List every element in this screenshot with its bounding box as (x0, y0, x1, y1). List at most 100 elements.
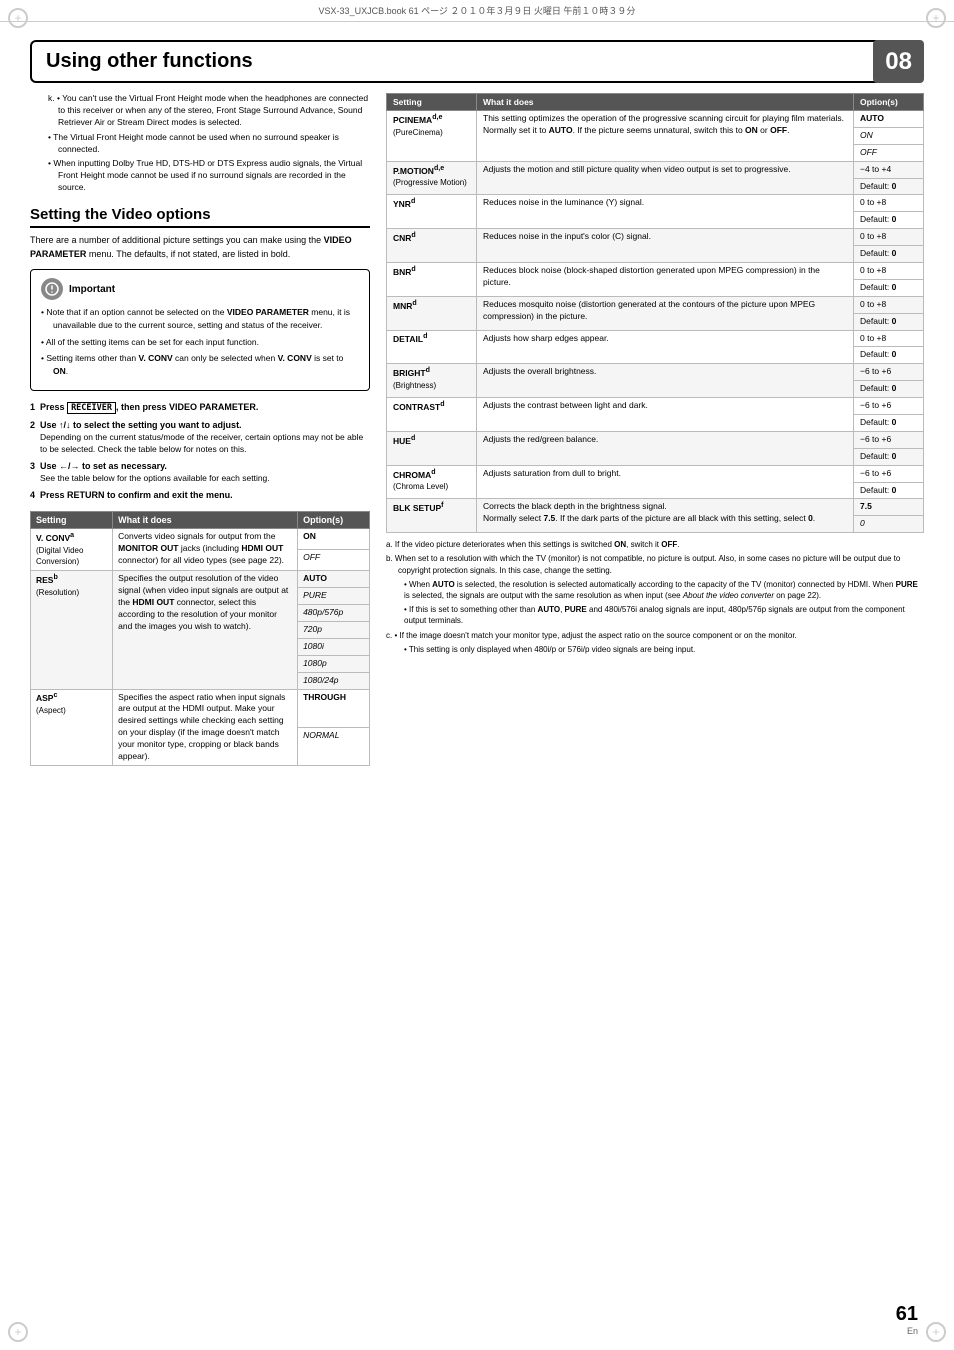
opt-blksetup-2: 0 (854, 516, 924, 533)
corner-decoration-tl (8, 8, 28, 28)
page: VSX-33_UXJCB.book 61 ページ ２０１０年３月９日 火曜日 午… (0, 0, 954, 1350)
opt-pmotion-2: Default: 0 (854, 178, 924, 195)
setting-bright: BRIGHTd (Brightness) (387, 364, 477, 398)
opt-bnr-1: 0 to +8 (854, 263, 924, 280)
opt-mnr-1: 0 to +8 (854, 296, 924, 313)
setting-hue: HUEd (387, 431, 477, 465)
setting-asp: ASPc (Aspect) (31, 689, 113, 765)
header-bar: VSX-33_UXJCB.book 61 ページ ２０１０年３月９日 火曜日 午… (0, 0, 954, 22)
footnote-b: b. When set to a resolution with which t… (386, 553, 924, 575)
desc-mnr: Reduces mosquito noise (distortion gener… (477, 296, 854, 330)
setting-res: RESb (Resolution) (31, 571, 113, 689)
opt-chroma-1: −6 to +6 (854, 465, 924, 482)
opt-ynr-2: Default: 0 (854, 212, 924, 229)
footnote-a: a. If the video picture deteriorates whe… (386, 539, 924, 550)
setting-bnr: BNRd (387, 263, 477, 297)
footnotes: a. If the video picture deteriorates whe… (386, 539, 924, 655)
left-table-header-options: Option(s) (298, 511, 370, 528)
important-bullet-1: Note that if an option cannot be selecte… (41, 306, 359, 332)
corner-decoration-br (926, 1322, 946, 1342)
setting-detail: DETAILd (387, 330, 477, 364)
opt-pcinema-2: ON (854, 127, 924, 144)
desc-contrast: Adjusts the contrast between light and d… (477, 398, 854, 432)
opt-chroma-2: Default: 0 (854, 482, 924, 499)
steps: 1 Press RECEIVER, then press VIDEO PARAM… (30, 401, 370, 503)
important-bullet-2: All of the setting items can be set for … (41, 336, 359, 349)
content-area: k. • You can't use the Virtual Front Hei… (30, 93, 924, 766)
opt-contrast-2: Default: 0 (854, 415, 924, 432)
opt-vconv-2: OFF (298, 550, 370, 571)
opt-cnr-1: 0 to +8 (854, 229, 924, 246)
setting-cnr: CNRd (387, 229, 477, 263)
chapter-header: Using other functions 08 (30, 40, 924, 83)
step-2: 2 Use ↑/↓ to select the setting you want… (30, 419, 370, 456)
step-3-desc: See the table below for the options avai… (30, 473, 370, 485)
page-number: 61 (896, 1303, 918, 1326)
desc-pmotion: Adjusts the motion and still picture qua… (477, 161, 854, 195)
footnote-b2: • When AUTO is selected, the resolution … (386, 579, 924, 601)
left-options-table: Setting What it does Option(s) V. CONVa … (30, 511, 370, 766)
step-1: 1 Press RECEIVER, then press VIDEO PARAM… (30, 401, 370, 415)
table-row: CHROMAd (Chroma Level) Adjusts saturatio… (387, 465, 924, 482)
top-note-line-2: • The Virtual Front Height mode cannot b… (48, 132, 370, 156)
setting-vconv: V. CONVa (Digital Video Conversion) (31, 528, 113, 571)
footnote-c: c. • If the image doesn't match your mon… (386, 630, 924, 641)
desc-detail: Adjusts how sharp edges appear. (477, 330, 854, 364)
top-note-line-1: k. • You can't use the Virtual Front Hei… (48, 93, 370, 129)
right-options-table: Setting What it does Option(s) PCINEMAd,… (386, 93, 924, 533)
opt-res-2: PURE (298, 588, 370, 605)
table-row: BRIGHTd (Brightness) Adjusts the overall… (387, 364, 924, 381)
setting-chroma: CHROMAd (Chroma Level) (387, 465, 477, 499)
opt-contrast-1: −6 to +6 (854, 398, 924, 415)
important-label: Important (69, 284, 115, 295)
desc-hue: Adjusts the red/green balance. (477, 431, 854, 465)
opt-detail-2: Default: 0 (854, 347, 924, 364)
chapter-title: Using other functions (46, 50, 908, 73)
table-row: CONTRASTd Adjusts the contrast between l… (387, 398, 924, 415)
table-row: YNRd Reduces noise in the luminance (Y) … (387, 195, 924, 212)
opt-res-7: 1080/24p (298, 672, 370, 689)
opt-asp-1: THROUGH (298, 689, 370, 727)
corner-decoration-tr (926, 8, 946, 28)
opt-blksetup-1: 7.5 (854, 499, 924, 516)
table-row: RESb (Resolution) Specifies the output r… (31, 571, 370, 588)
table-row: CNRd Reduces noise in the input's color … (387, 229, 924, 246)
table-row: V. CONVa (Digital Video Conversion) Conv… (31, 528, 370, 549)
opt-pmotion-1: −4 to +4 (854, 161, 924, 178)
opt-bright-1: −6 to +6 (854, 364, 924, 381)
desc-vconv: Converts video signals for output from t… (113, 528, 298, 571)
table-row: BLK SETUPf Corrects the black depth in t… (387, 499, 924, 516)
section-heading: Setting the Video options (30, 206, 370, 228)
right-column: Setting What it does Option(s) PCINEMAd,… (386, 93, 924, 766)
opt-res-4: 720p (298, 621, 370, 638)
table-row: DETAILd Adjusts how sharp edges appear. … (387, 330, 924, 347)
opt-res-6: 1080p (298, 655, 370, 672)
opt-hue-1: −6 to +6 (854, 431, 924, 448)
right-table-header-options: Option(s) (854, 94, 924, 111)
top-note: k. • You can't use the Virtual Front Hei… (30, 93, 370, 194)
top-note-line-3: • When inputting Dolby True HD, DTS-HD o… (48, 158, 370, 194)
footnote-b3: • If this is set to something other than… (386, 604, 924, 626)
setting-blksetup: BLK SETUPf (387, 499, 477, 533)
table-row: HUEd Adjusts the red/green balance. −6 t… (387, 431, 924, 448)
setting-mnr: MNRd (387, 296, 477, 330)
important-header: Important (41, 278, 359, 300)
desc-pcinema: This setting optimizes the operation of … (477, 111, 854, 162)
chapter-number: 08 (873, 40, 924, 83)
step-4: 4 Press RETURN to confirm and exit the m… (30, 489, 370, 503)
section-intro: There are a number of additional picture… (30, 234, 370, 261)
setting-pmotion: P.MOTIONd,e (Progressive Motion) (387, 161, 477, 195)
page-sub: En (896, 1326, 918, 1336)
important-icon (41, 278, 63, 300)
opt-mnr-2: Default: 0 (854, 313, 924, 330)
table-row: ASPc (Aspect) Specifies the aspect ratio… (31, 689, 370, 727)
footnote-c2: • This setting is only displayed when 48… (386, 644, 924, 655)
opt-asp-2: NORMAL (298, 727, 370, 765)
left-table-header-setting: Setting (31, 511, 113, 528)
desc-bright: Adjusts the overall brightness. (477, 364, 854, 398)
opt-ynr-1: 0 to +8 (854, 195, 924, 212)
receiver-key: RECEIVER (67, 402, 116, 414)
left-column: k. • You can't use the Virtual Front Hei… (30, 93, 370, 766)
opt-hue-2: Default: 0 (854, 448, 924, 465)
step-2-desc: Depending on the current status/mode of … (30, 432, 370, 456)
